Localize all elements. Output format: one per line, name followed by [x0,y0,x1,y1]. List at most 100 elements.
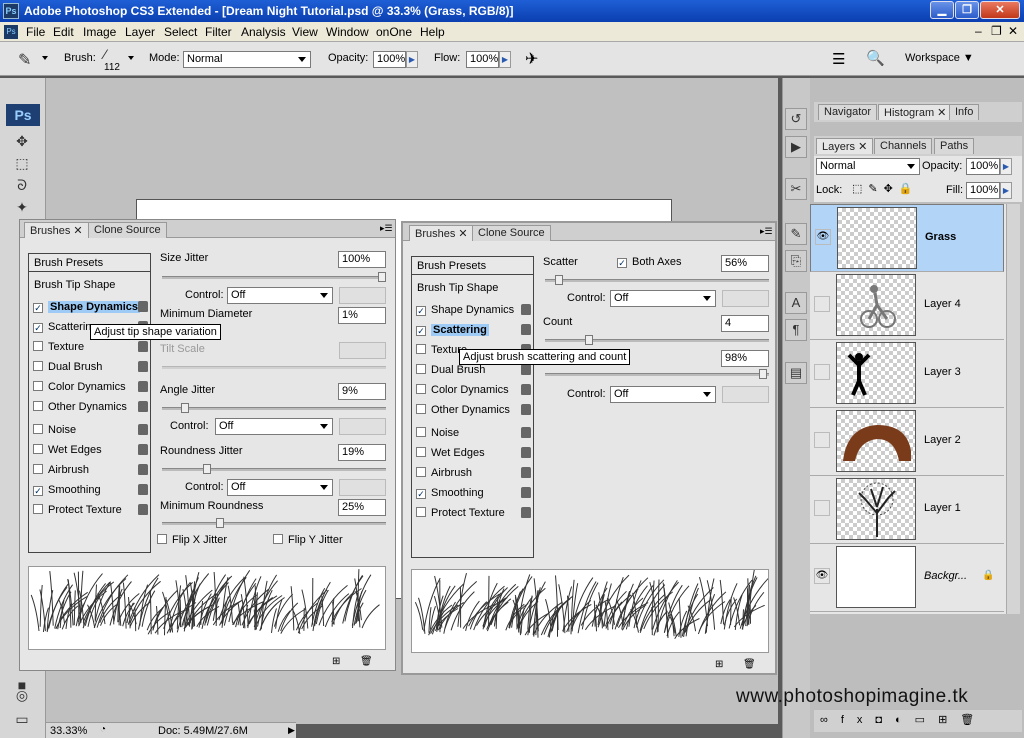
tab-brushes-2[interactable]: Brushes ✕ [409,225,474,241]
menu-help[interactable]: Help [420,25,445,39]
layer-thumbnail[interactable] [836,478,916,540]
brush-option-r-item-color-dynamics[interactable]: Color Dynamics [416,381,535,399]
layer-row-layer-4[interactable]: Layer 4 [810,272,1004,340]
lock-icon[interactable] [138,444,148,455]
tab-layers[interactable]: Layers ✕ [816,138,874,154]
tab-histogram[interactable]: Histogram ✕ [878,104,953,120]
menu-image[interactable]: Image [83,25,116,39]
angle-control-select[interactable]: Off [215,418,333,435]
brush-option-item-color-dynamics[interactable]: Color Dynamics [33,378,152,396]
tab-clone-source-2[interactable]: Clone Source [472,225,551,241]
layer-name[interactable]: Grass [925,231,956,243]
lock-icon[interactable] [521,507,531,518]
brush-option-item-airbrush[interactable]: Airbrush [33,461,152,479]
delete-brush-icon[interactable]: 🗑 [360,656,373,667]
brush-option-r-checkbox[interactable] [416,447,426,457]
roundness-jitter-input[interactable]: 19% [338,444,386,461]
lock-icon[interactable] [521,384,531,395]
menu-edit[interactable]: Edit [53,25,74,39]
visibility-eye-icon[interactable]: 👁 [814,568,830,584]
menu-layer[interactable]: Layer [125,25,155,39]
brush-option-checkbox[interactable]: ✓ [33,323,43,333]
brush-option-r-item-shape-dynamics[interactable]: ✓ Shape Dynamics [416,301,535,319]
brush-option-r-checkbox[interactable]: ✓ [416,326,426,336]
tool-presets-icon[interactable]: ✂ [785,178,807,200]
layer-name[interactable]: Layer 4 [924,298,961,310]
layer-opacity-slider-button[interactable]: ▶ [1000,158,1012,175]
fill-slider-button[interactable]: ▶ [1000,182,1012,199]
layer-row-layer-3[interactable]: Layer 3 [810,340,1004,408]
status-menu-arrow[interactable]: ▶ [288,725,295,736]
lasso-tool-icon[interactable]: ᘐ [10,174,34,196]
layer-thumbnail[interactable] [837,207,917,269]
lock-icon[interactable] [521,304,531,315]
zoom-level[interactable]: 33.33% [50,725,87,737]
tool-preset-dropdown-icon[interactable] [42,56,48,60]
menu-filter[interactable]: Filter [205,25,232,39]
palette-well-icon[interactable]: ☰ [832,50,845,68]
count-thumb[interactable] [585,335,593,345]
history-icon[interactable]: ↺ [785,108,807,130]
lock-icon[interactable] [521,364,531,375]
restore-button[interactable]: ❐ [955,1,979,19]
tab-clone-source[interactable]: Clone Source [88,222,167,238]
menu-file[interactable]: File [26,25,45,39]
brush-option-checkbox[interactable] [33,401,43,411]
lock-icon[interactable] [521,447,531,458]
size-jitter-input[interactable]: 100% [338,251,386,268]
brush-preview-icon[interactable]: ⁄ [104,46,106,62]
marquee-tool-icon[interactable]: ⬚ [10,152,34,174]
menu-onone[interactable]: onOne [376,25,412,39]
brush-tip-shape-item[interactable]: Brush Tip Shape [33,276,115,294]
count-control-select[interactable]: Off [610,386,716,403]
brush-option-item-texture[interactable]: Texture [33,338,152,356]
panel-menu-icon-2[interactable]: ▸☰ [760,226,773,237]
brush-option-r-checkbox[interactable] [416,344,426,354]
scatter-thumb[interactable] [555,275,563,285]
visibility-eye-icon[interactable] [814,500,830,516]
lock-icon[interactable] [138,361,148,372]
brush-option-checkbox[interactable] [33,424,43,434]
paragraph-icon[interactable]: ¶ [785,319,807,341]
count-input[interactable]: 4 [721,315,769,332]
opacity-input[interactable]: 100% [373,51,406,68]
brush-option-r-checkbox[interactable] [416,507,426,517]
flow-slider-button[interactable]: ▶ [499,51,511,68]
lock-icon[interactable] [521,324,531,335]
lock-icon[interactable] [138,484,148,495]
menu-select[interactable]: Select [164,25,197,39]
lock-icon[interactable] [521,467,531,478]
doc-restore-icon[interactable]: ❐ [991,24,1002,38]
blend-mode-select[interactable]: Normal [816,158,920,175]
bridge-icon[interactable]: 🔍 [866,49,885,67]
min-roundness-input[interactable]: 25% [338,499,386,516]
min-roundness-thumb[interactable] [216,518,224,528]
lock-icon[interactable] [521,427,531,438]
lock-icon[interactable] [138,301,148,312]
workspace-button[interactable]: Workspace ▼ [905,52,974,64]
count-jitter-thumb[interactable] [759,369,767,379]
size-control-select[interactable]: Off [227,287,333,304]
brush-option-r-checkbox[interactable] [416,427,426,437]
visibility-eye-icon[interactable] [814,296,830,312]
move-tool-icon[interactable]: ✥ [10,130,34,152]
layer-thumbnail[interactable] [836,410,916,472]
brush-option-r-item-scattering[interactable]: ✓ Scattering [416,321,535,339]
brush-option-item-protect-texture[interactable]: Protect Texture [33,501,152,519]
brush-option-item-other-dynamics[interactable]: Other Dynamics [33,398,152,416]
brush-option-checkbox[interactable] [33,444,43,454]
layer-row-layer-1[interactable]: Layer 1 [810,476,1004,544]
angle-jitter-slider[interactable] [162,403,386,413]
airbrush-icon[interactable]: ✈ [525,49,538,69]
delete-brush-icon-2[interactable]: 🗑 [743,659,756,670]
layer-thumbnail[interactable] [836,546,916,608]
lock-icon[interactable] [521,404,531,415]
lock-icon[interactable] [138,424,148,435]
menu-view[interactable]: View [292,25,318,39]
magic-wand-tool-icon[interactable]: ✦ [10,196,34,218]
flip-y-checkbox[interactable]: Flip Y Jitter [273,534,343,546]
lock-icon[interactable] [138,401,148,412]
brush-option-r-checkbox[interactable] [416,384,426,394]
brush-picker-dropdown-icon[interactable] [128,56,134,60]
layer-thumbnail[interactable] [836,274,916,336]
